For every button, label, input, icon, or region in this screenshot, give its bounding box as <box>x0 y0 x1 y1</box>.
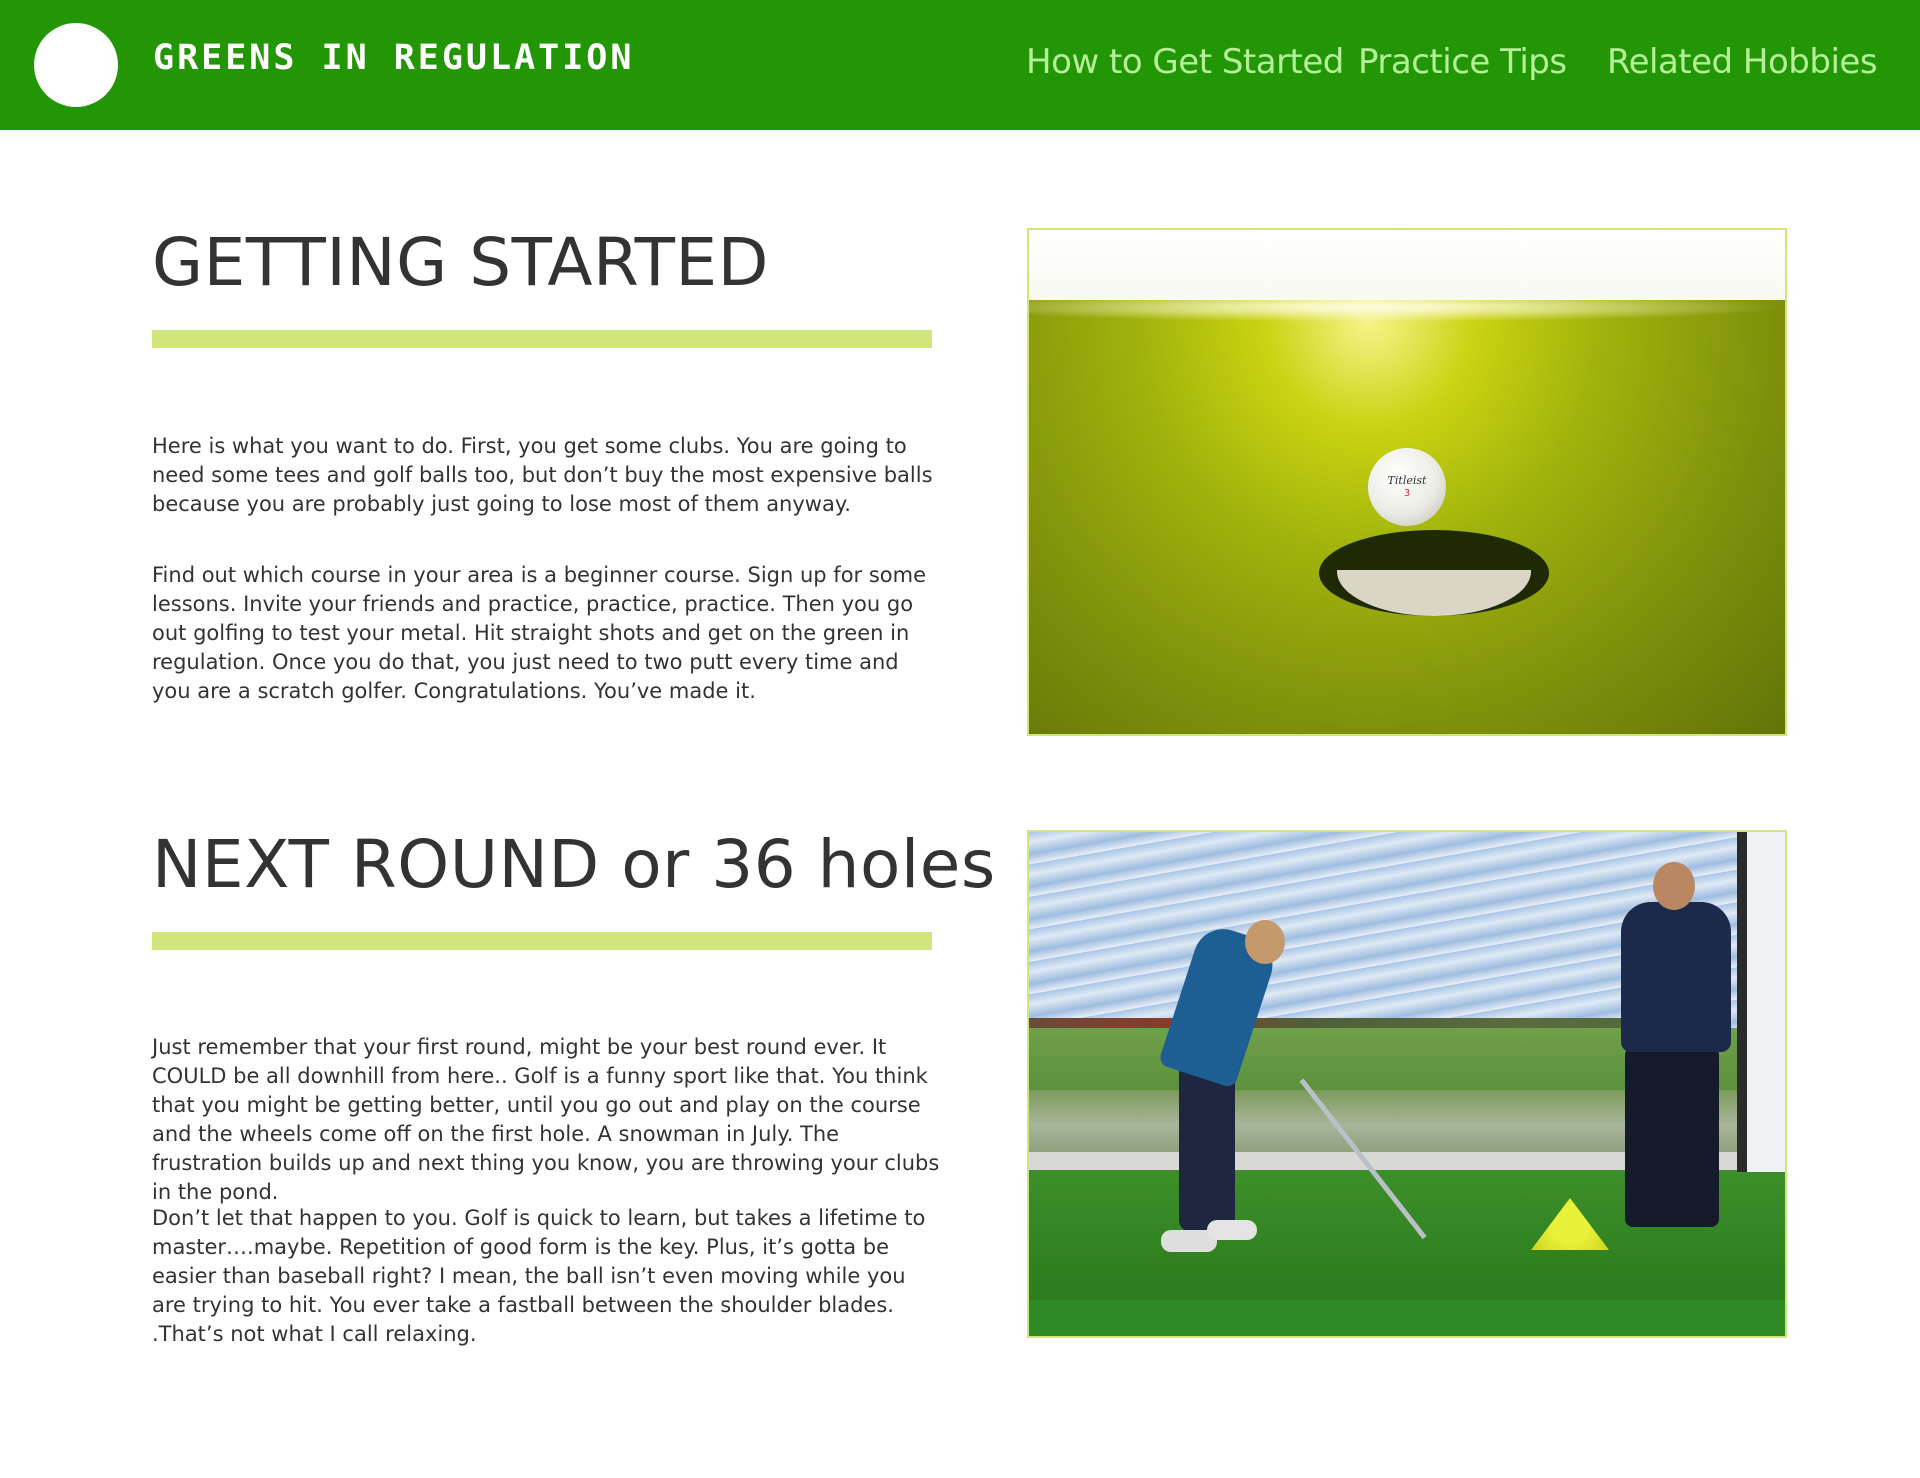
golfer-legs <box>1179 1062 1235 1232</box>
instructor-torso <box>1621 902 1731 1052</box>
section-divider <box>152 330 932 348</box>
golf-lesson-photo <box>1027 830 1787 1338</box>
section-paragraph: Don’t let that happen to you. Golf is qu… <box>152 1206 926 1346</box>
instructor-legs <box>1625 1047 1719 1227</box>
section-paragraph: Find out which course in your area is a … <box>152 563 927 703</box>
photo-door <box>1737 832 1785 1172</box>
logo-circle-icon[interactable] <box>34 23 118 107</box>
section-paragraph: Here is what you want to do. First, you … <box>152 434 933 516</box>
section-divider <box>152 932 932 950</box>
nav-link-how-to-get-started[interactable]: How to Get Started <box>1026 42 1344 82</box>
photo-sun-glow <box>1029 292 1785 322</box>
instructor-head <box>1653 862 1695 910</box>
site-title[interactable]: GREENS IN REGULATION <box>153 38 634 78</box>
nav-link-related-hobbies[interactable]: Related Hobbies <box>1607 42 1878 82</box>
golf-ball-brand: Titleist <box>1387 474 1427 487</box>
golfer-shoe <box>1207 1220 1257 1240</box>
golfer-head <box>1245 920 1285 964</box>
golf-ball <box>1368 448 1446 526</box>
section-paragraph: Just remember that your first round, mig… <box>152 1035 940 1204</box>
golf-ball-number: 3 <box>1403 488 1411 499</box>
photo-mat <box>1029 1300 1785 1336</box>
nav-link-practice-tips[interactable]: Practice Tips <box>1358 42 1567 82</box>
section-heading-getting-started: GETTING STARTED <box>152 224 769 301</box>
section-heading-next-round: NEXT ROUND or 36 holes <box>152 826 996 903</box>
golf-ball-hole-photo: Titleist 3 <box>1027 228 1787 736</box>
site-header: GREENS IN REGULATION How to Get Started … <box>0 0 1920 130</box>
